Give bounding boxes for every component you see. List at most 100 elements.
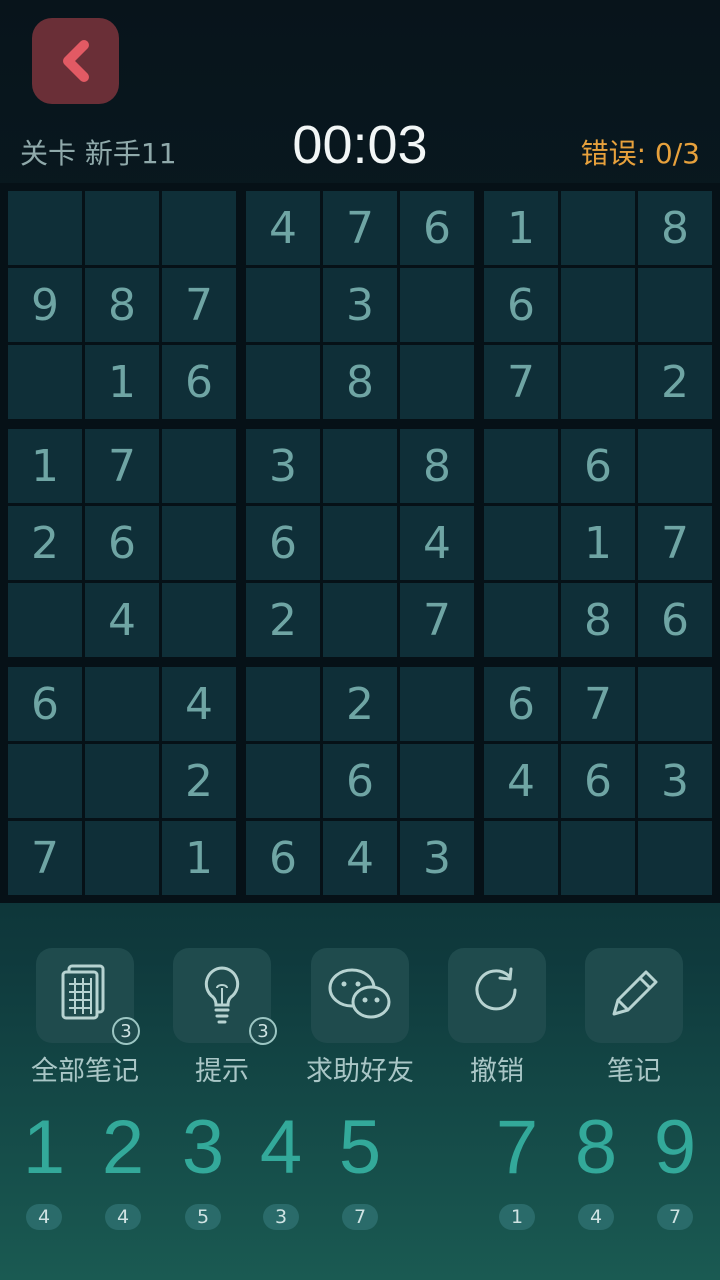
- sudoku-cell[interactable]: [8, 191, 82, 265]
- sudoku-cell[interactable]: 3: [246, 429, 320, 503]
- sudoku-cell[interactable]: 2: [8, 506, 82, 580]
- sudoku-cell[interactable]: [400, 268, 474, 342]
- sudoku-cell[interactable]: 6: [323, 744, 397, 818]
- sudoku-cell[interactable]: 6: [400, 191, 474, 265]
- sudoku-cell[interactable]: [85, 191, 159, 265]
- number-key[interactable]: 24: [84, 1100, 162, 1240]
- number-key[interactable]: 35: [164, 1100, 242, 1240]
- sudoku-cell[interactable]: 6: [246, 821, 320, 895]
- sudoku-cell[interactable]: [162, 429, 236, 503]
- sudoku-cell[interactable]: [246, 345, 320, 419]
- sudoku-cell[interactable]: 8: [85, 268, 159, 342]
- sudoku-cell[interactable]: [484, 583, 558, 657]
- sudoku-cell[interactable]: [162, 191, 236, 265]
- sudoku-cell[interactable]: 6: [484, 667, 558, 741]
- sudoku-cell[interactable]: 7: [323, 191, 397, 265]
- sudoku-cell[interactable]: 7: [561, 667, 635, 741]
- sudoku-cell[interactable]: 8: [323, 345, 397, 419]
- number-key[interactable]: 43: [242, 1100, 320, 1240]
- sudoku-cell[interactable]: 8: [561, 583, 635, 657]
- sudoku-cell[interactable]: [8, 345, 82, 419]
- sudoku-cell[interactable]: [246, 268, 320, 342]
- sudoku-cell[interactable]: [246, 667, 320, 741]
- sudoku-cell[interactable]: 4: [246, 191, 320, 265]
- sudoku-cell[interactable]: 4: [162, 667, 236, 741]
- sudoku-cell[interactable]: [561, 821, 635, 895]
- sudoku-cell[interactable]: [8, 583, 82, 657]
- sudoku-cell[interactable]: [8, 744, 82, 818]
- sudoku-cell[interactable]: [162, 583, 236, 657]
- sudoku-cell[interactable]: 2: [246, 583, 320, 657]
- sudoku-cell[interactable]: 1: [85, 345, 159, 419]
- sudoku-cell[interactable]: [162, 506, 236, 580]
- number-key[interactable]: 14: [5, 1100, 83, 1240]
- sudoku-cell[interactable]: 7: [162, 268, 236, 342]
- sudoku-cell[interactable]: 4: [323, 821, 397, 895]
- number-key[interactable]: 71: [478, 1100, 556, 1240]
- sudoku-cell[interactable]: [400, 345, 474, 419]
- sudoku-cell[interactable]: 8: [400, 429, 474, 503]
- sudoku-cell[interactable]: [323, 506, 397, 580]
- sudoku-cell[interactable]: 6: [85, 506, 159, 580]
- sudoku-cell[interactable]: 4: [85, 583, 159, 657]
- sudoku-cell[interactable]: 2: [323, 667, 397, 741]
- sudoku-cell[interactable]: 6: [561, 429, 635, 503]
- tool-button[interactable]: 3: [36, 948, 140, 1045]
- sudoku-cell[interactable]: [484, 429, 558, 503]
- sudoku-cell[interactable]: [323, 583, 397, 657]
- sudoku-cell[interactable]: 7: [8, 821, 82, 895]
- tool-all-notes[interactable]: 3 全部笔记: [25, 948, 145, 1088]
- sudoku-cell[interactable]: 3: [400, 821, 474, 895]
- sudoku-cell[interactable]: [484, 506, 558, 580]
- sudoku-cell[interactable]: 4: [484, 744, 558, 818]
- sudoku-cell[interactable]: 3: [638, 744, 712, 818]
- number-key[interactable]: 97: [636, 1100, 714, 1240]
- sudoku-cell[interactable]: 6: [246, 506, 320, 580]
- sudoku-cell[interactable]: 6: [484, 268, 558, 342]
- sudoku-cell[interactable]: [638, 821, 712, 895]
- sudoku-cell[interactable]: [561, 268, 635, 342]
- sudoku-cell[interactable]: [484, 821, 558, 895]
- tool-button[interactable]: [448, 948, 546, 1043]
- tool-wechat[interactable]: 求助好友: [300, 948, 420, 1088]
- sudoku-cell[interactable]: 6: [638, 583, 712, 657]
- sudoku-cell[interactable]: 2: [638, 345, 712, 419]
- sudoku-cell[interactable]: [85, 744, 159, 818]
- sudoku-cell[interactable]: [638, 667, 712, 741]
- sudoku-cell[interactable]: 4: [400, 506, 474, 580]
- sudoku-cell[interactable]: 7: [638, 506, 712, 580]
- sudoku-cell[interactable]: 9: [8, 268, 82, 342]
- sudoku-cell[interactable]: 7: [484, 345, 558, 419]
- sudoku-cell[interactable]: [561, 191, 635, 265]
- number-key[interactable]: 84: [557, 1100, 635, 1240]
- sudoku-cell[interactable]: [85, 667, 159, 741]
- sudoku-cell[interactable]: [638, 268, 712, 342]
- tool-lightbulb[interactable]: 3 提示: [162, 948, 282, 1088]
- tool-button[interactable]: 3: [173, 948, 277, 1045]
- sudoku-cell[interactable]: [400, 667, 474, 741]
- tool-button[interactable]: [311, 948, 409, 1043]
- sudoku-cell[interactable]: 7: [400, 583, 474, 657]
- tool-pencil[interactable]: 笔记: [574, 948, 694, 1088]
- tool-undo[interactable]: 撤销: [437, 948, 557, 1088]
- sudoku-cell[interactable]: 1: [484, 191, 558, 265]
- sudoku-cell[interactable]: 2: [162, 744, 236, 818]
- sudoku-cell[interactable]: [400, 744, 474, 818]
- number-key[interactable]: 57: [321, 1100, 399, 1240]
- sudoku-cell[interactable]: 3: [323, 268, 397, 342]
- sudoku-cell[interactable]: 1: [162, 821, 236, 895]
- tool-button[interactable]: [585, 948, 683, 1043]
- sudoku-cell[interactable]: 8: [638, 191, 712, 265]
- sudoku-cell[interactable]: 7: [85, 429, 159, 503]
- sudoku-cell[interactable]: [85, 821, 159, 895]
- sudoku-cell[interactable]: [638, 429, 712, 503]
- sudoku-cell[interactable]: 6: [561, 744, 635, 818]
- sudoku-cell[interactable]: 1: [8, 429, 82, 503]
- sudoku-cell[interactable]: [561, 345, 635, 419]
- sudoku-cell[interactable]: [246, 744, 320, 818]
- sudoku-cell[interactable]: 6: [8, 667, 82, 741]
- back-button[interactable]: [32, 18, 119, 104]
- sudoku-cell[interactable]: 6: [162, 345, 236, 419]
- sudoku-cell[interactable]: 1: [561, 506, 635, 580]
- sudoku-cell[interactable]: [323, 429, 397, 503]
